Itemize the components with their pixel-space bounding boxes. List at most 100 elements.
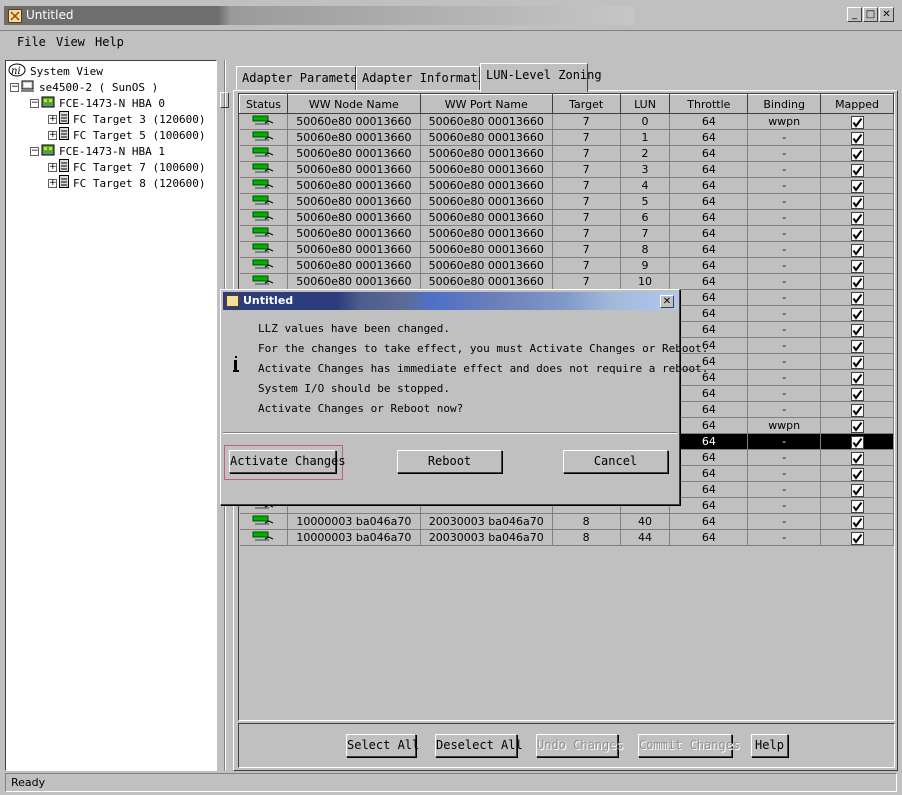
maximize-button[interactable]: □ — [863, 7, 878, 22]
checkmark-icon[interactable] — [851, 212, 865, 225]
expand-icon[interactable]: + — [48, 130, 57, 140]
cell-binding[interactable]: - — [747, 177, 822, 194]
cell-mapped[interactable] — [820, 289, 894, 306]
expand-icon[interactable]: + — [48, 178, 57, 188]
cell-mapped[interactable] — [820, 369, 894, 386]
column-header-target[interactable]: Target — [551, 94, 621, 114]
cell-binding[interactable]: - — [747, 353, 822, 370]
checkmark-icon[interactable] — [851, 148, 865, 161]
cell-throttle[interactable]: 64 — [669, 305, 749, 322]
tree-target[interactable]: + FC Target 3 (120600) — [48, 111, 205, 127]
table-row[interactable]: 50060e80 00013660 50060e80 00013660 7 10 64- — [239, 273, 894, 290]
collapse-icon[interactable]: − — [10, 82, 19, 92]
checkmark-icon[interactable] — [851, 340, 865, 353]
checkmark-icon[interactable] — [851, 388, 865, 401]
cell-mapped[interactable] — [820, 353, 894, 370]
cell-mapped[interactable] — [820, 417, 894, 434]
cell-mapped[interactable] — [820, 385, 894, 402]
cell-binding[interactable]: - — [747, 145, 822, 162]
cell-throttle[interactable]: 64 — [669, 321, 749, 338]
cell-throttle[interactable]: 64 — [669, 161, 749, 178]
cell-binding[interactable]: - — [747, 225, 822, 242]
checkmark-icon[interactable] — [851, 164, 865, 177]
cell-throttle[interactable]: 64 — [669, 481, 749, 498]
minimize-button[interactable]: _ — [847, 7, 862, 22]
checkmark-icon[interactable] — [851, 436, 865, 449]
checkmark-icon[interactable] — [851, 116, 865, 129]
cell-throttle[interactable]: 64 — [669, 433, 749, 450]
checkmark-icon[interactable] — [851, 292, 865, 305]
cell-binding[interactable]: wwpn — [747, 113, 822, 130]
cell-throttle[interactable]: 64 — [669, 193, 749, 210]
tree-root[interactable]: ni System View — [8, 63, 103, 79]
menu-view[interactable]: View — [56, 35, 85, 49]
cell-mapped[interactable] — [820, 401, 894, 418]
checkmark-icon[interactable] — [851, 260, 865, 273]
checkmark-icon[interactable] — [851, 484, 865, 497]
cell-mapped[interactable] — [820, 497, 894, 514]
cell-mapped[interactable] — [820, 225, 894, 242]
cell-throttle[interactable]: 64 — [669, 401, 749, 418]
cell-throttle[interactable]: 64 — [669, 145, 749, 162]
table-row[interactable]: 50060e80 00013660 50060e80 00013660 7 6 64- — [239, 209, 894, 226]
cell-binding[interactable]: - — [747, 129, 822, 146]
commit-changes-button[interactable]: Commit Changes — [638, 734, 740, 757]
tree-hba0[interactable]: − FCE-1473-N HBA 0 — [30, 95, 165, 111]
cell-throttle[interactable]: 64 — [669, 513, 749, 530]
cell-binding[interactable]: - — [747, 209, 822, 226]
menu-file[interactable]: File — [17, 35, 46, 49]
cell-binding[interactable]: - — [747, 497, 822, 514]
cell-binding[interactable]: - — [747, 289, 822, 306]
cell-mapped[interactable] — [820, 513, 894, 530]
cell-mapped[interactable] — [820, 177, 894, 194]
cell-throttle[interactable]: 64 — [669, 449, 749, 466]
cell-binding[interactable]: - — [747, 385, 822, 402]
cell-throttle[interactable]: 64 — [669, 529, 749, 546]
column-header-binding[interactable]: Binding — [747, 94, 822, 114]
checkmark-icon[interactable] — [851, 132, 865, 145]
table-row[interactable]: 10000003 ba046a70 20030003 ba046a70 8 40 64- — [239, 513, 894, 530]
cell-mapped[interactable] — [820, 193, 894, 210]
column-header-lun[interactable]: LUN — [619, 94, 671, 114]
cell-binding[interactable]: - — [747, 257, 822, 274]
cell-throttle[interactable]: 64 — [669, 225, 749, 242]
cell-throttle[interactable]: 64 — [669, 241, 749, 258]
cell-mapped[interactable] — [820, 241, 894, 258]
cell-throttle[interactable]: 64 — [669, 465, 749, 482]
expand-icon[interactable]: + — [48, 162, 57, 172]
cell-mapped[interactable] — [820, 209, 894, 226]
cancel-button[interactable]: Cancel — [563, 450, 668, 473]
cell-binding[interactable]: - — [747, 161, 822, 178]
cell-mapped[interactable] — [820, 161, 894, 178]
table-row[interactable]: 50060e80 00013660 50060e80 00013660 7 5 64- — [239, 193, 894, 210]
cell-binding[interactable]: - — [747, 305, 822, 322]
cell-throttle[interactable]: 64 — [669, 209, 749, 226]
cell-binding[interactable]: - — [747, 401, 822, 418]
cell-mapped[interactable] — [820, 113, 894, 130]
cell-binding[interactable]: - — [747, 465, 822, 482]
checkmark-icon[interactable] — [851, 372, 865, 385]
cell-mapped[interactable] — [820, 433, 894, 450]
checkmark-icon[interactable] — [851, 324, 865, 337]
column-header-ww-port-name[interactable]: WW Port Name — [419, 94, 553, 114]
checkmark-icon[interactable] — [851, 500, 865, 513]
expand-icon[interactable]: + — [48, 114, 57, 124]
cell-throttle[interactable]: 64 — [669, 289, 749, 306]
cell-binding[interactable]: - — [747, 273, 822, 290]
checkmark-icon[interactable] — [851, 308, 865, 321]
help-button[interactable]: Help — [751, 734, 788, 757]
cell-mapped[interactable] — [820, 129, 894, 146]
collapse-icon[interactable]: − — [30, 98, 39, 108]
checkmark-icon[interactable] — [851, 180, 865, 193]
tab-adapter-information[interactable]: Adapter Information — [356, 66, 499, 91]
tab-lun-level-zoning[interactable]: LUN-Level Zoning — [480, 63, 602, 92]
close-button[interactable]: ✕ — [879, 7, 894, 22]
tree-hba1[interactable]: − FCE-1473-N HBA 1 — [30, 143, 165, 159]
cell-mapped[interactable] — [820, 321, 894, 338]
cell-throttle[interactable]: 64 — [669, 257, 749, 274]
system-tree[interactable]: ni System View − se4500-2 ( SunOS ) − FC… — [5, 60, 217, 771]
cell-binding[interactable]: - — [747, 193, 822, 210]
column-header-ww-node-name[interactable]: WW Node Name — [286, 94, 421, 114]
cell-mapped[interactable] — [820, 529, 894, 546]
cell-mapped[interactable] — [820, 449, 894, 466]
